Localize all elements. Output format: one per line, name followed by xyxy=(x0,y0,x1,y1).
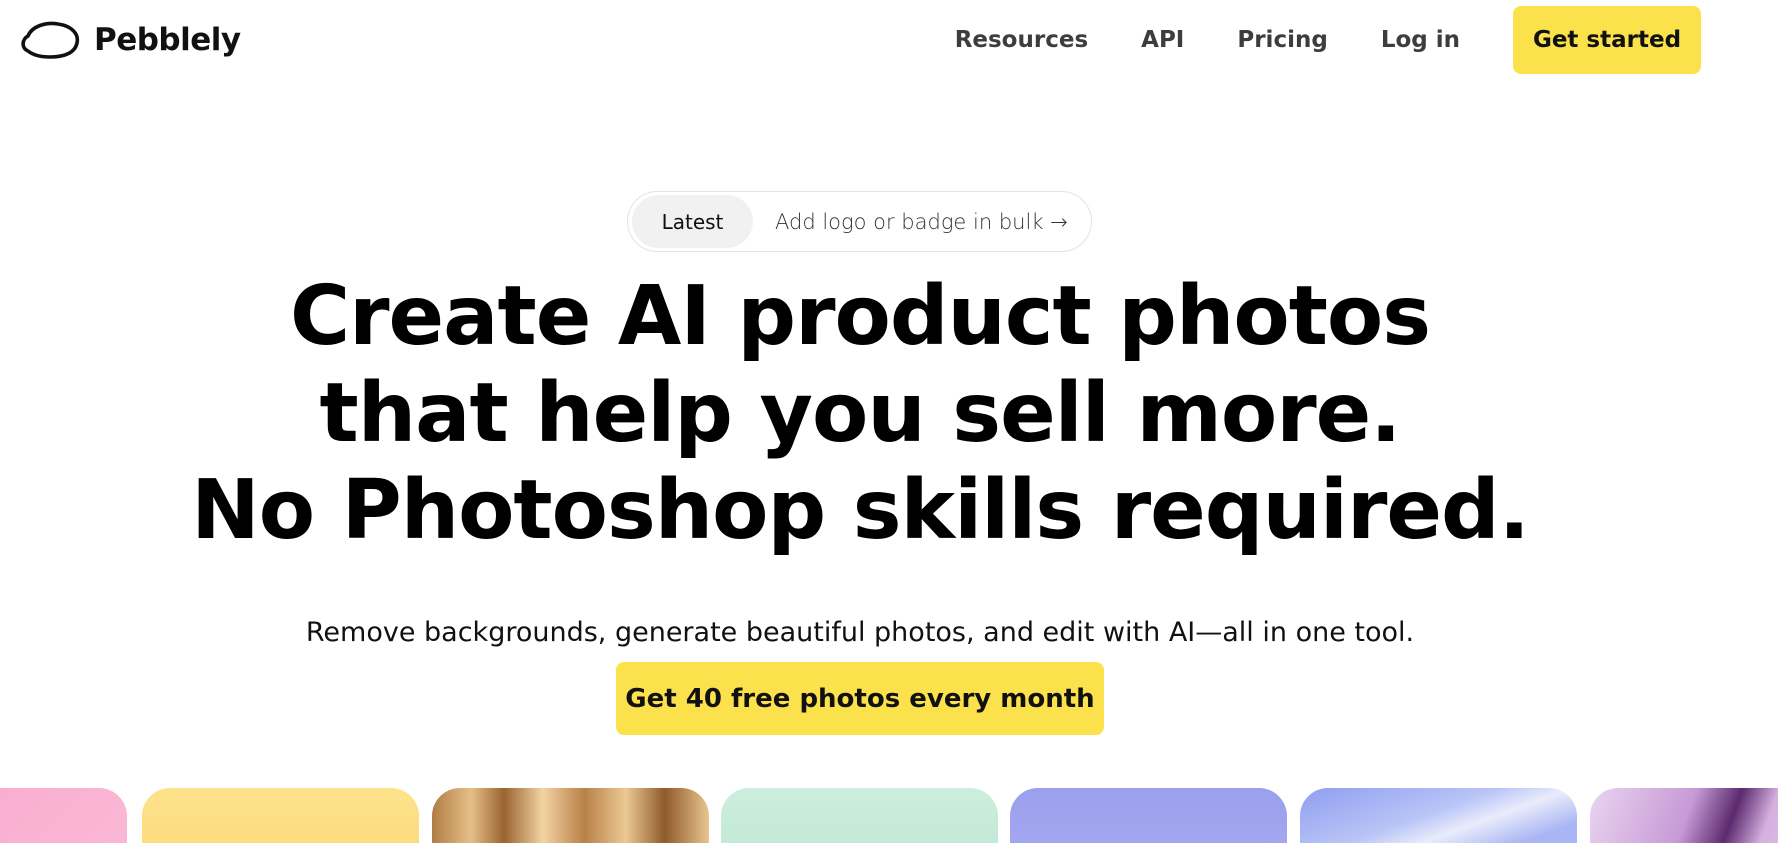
headline-line-2: that help you sell more. xyxy=(319,366,1402,461)
nav-link-resources[interactable]: Resources xyxy=(955,27,1088,53)
announcement-pill[interactable]: Latest Add logo or badge in bulk → xyxy=(627,191,1092,252)
gallery-card-purple-silk xyxy=(1590,788,1778,843)
get-started-button[interactable]: Get started xyxy=(1513,6,1701,74)
gallery-card-gold-curtain xyxy=(432,788,709,843)
headline-line-3: No Photoshop skills required. xyxy=(191,463,1530,558)
headline-line-1: Create AI product photos xyxy=(289,269,1431,364)
gallery-card-sky-clouds xyxy=(1300,788,1577,843)
gallery-card-mint xyxy=(721,788,998,843)
free-photos-cta-button[interactable]: Get 40 free photos every month xyxy=(616,662,1104,735)
brand-logo-link[interactable]: Pebblely xyxy=(20,18,241,62)
nav-link-pricing[interactable]: Pricing xyxy=(1237,27,1327,53)
top-nav: Resources API Pricing Log in Get started xyxy=(955,6,1701,74)
nav-link-login[interactable]: Log in xyxy=(1381,27,1460,53)
gallery-card-yellow xyxy=(142,788,419,843)
announcement-tag: Latest xyxy=(632,195,753,248)
announcement-text: Add logo or badge in bulk → xyxy=(775,209,1068,234)
hero-subtitle: Remove backgrounds, generate beautiful p… xyxy=(305,617,1415,648)
gallery-card-periwinkle xyxy=(1010,788,1287,843)
nav-link-api[interactable]: API xyxy=(1141,27,1184,53)
pebble-outline-icon xyxy=(20,20,80,60)
hero-headline: Create AI product photos that help you s… xyxy=(0,268,1720,559)
gallery-card-pink xyxy=(0,788,127,843)
page: Pebblely Resources API Pricing Log in Ge… xyxy=(0,0,1778,843)
site-header: Pebblely Resources API Pricing Log in Ge… xyxy=(0,0,1778,80)
brand-name: Pebblely xyxy=(94,22,241,58)
sample-gallery xyxy=(0,788,1778,843)
